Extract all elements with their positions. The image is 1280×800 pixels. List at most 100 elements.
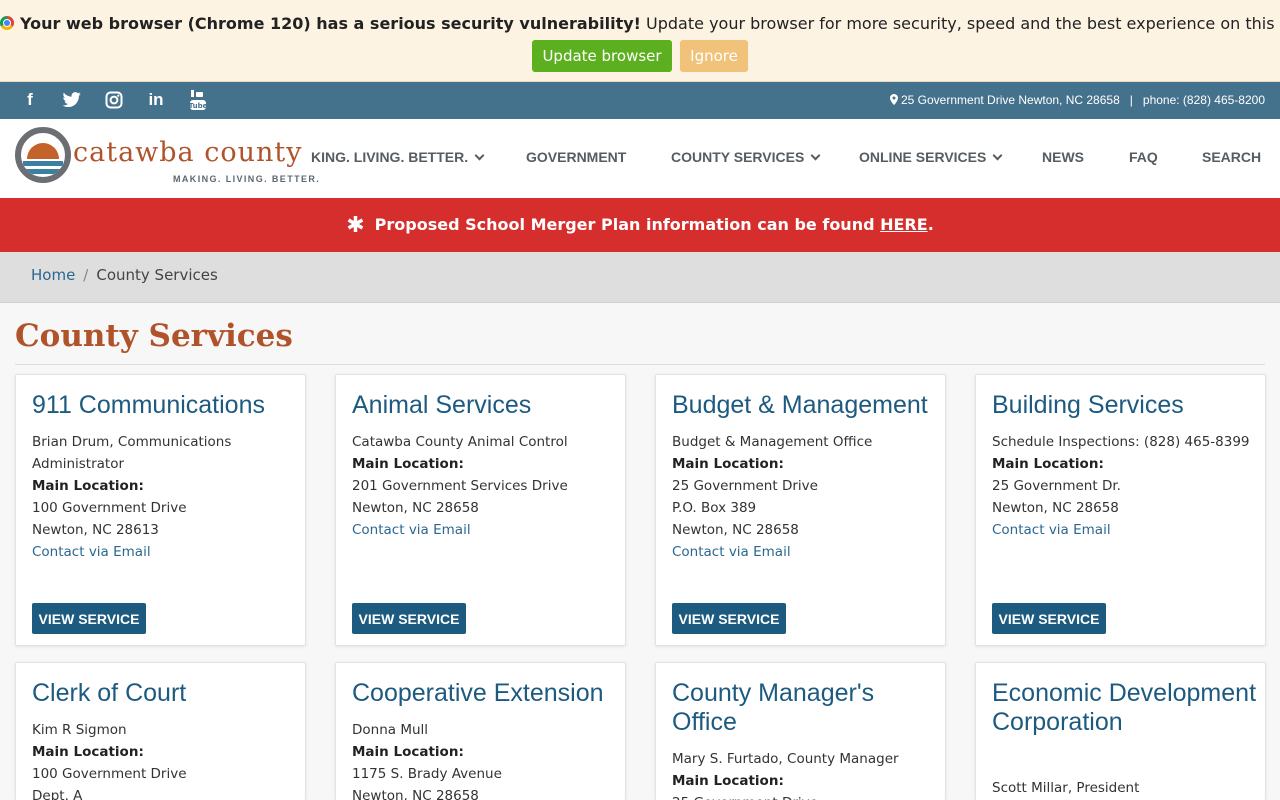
card-body: Donna Mull Main Location: 1175 S. Brady … xyxy=(352,719,617,800)
chevron-down-icon xyxy=(992,150,1003,161)
card-line: Catawba County Animal Control xyxy=(352,434,568,450)
main-nav: KING. LIVING. BETTER. GOVERNMENT COUNTY … xyxy=(0,149,1280,169)
warning-message: Update your browser for more security, s… xyxy=(646,14,1280,33)
breadcrumb-current: County Services xyxy=(96,266,218,284)
card-address-line: 25 Government Dr. xyxy=(992,478,1121,494)
card-title[interactable]: Building Services xyxy=(992,391,1257,420)
service-card-911-communications: 911 Communications Brian Drum, Communica… xyxy=(15,374,306,646)
card-line: Kim R Sigmon xyxy=(32,722,127,738)
main-location-label: Main Location: xyxy=(672,456,784,472)
card-body: Mary S. Furtado, County Manager Main Loc… xyxy=(672,748,937,800)
service-card-clerk-of-court: Clerk of Court Kim R Sigmon Main Locatio… xyxy=(15,662,306,800)
facebook-icon[interactable]: f xyxy=(12,88,48,112)
card-body: Catawba County Animal Control Main Locat… xyxy=(352,431,617,541)
view-service-button[interactable]: VIEW SERVICE xyxy=(352,603,466,634)
card-address-line: 25 Government Drive xyxy=(672,792,937,800)
view-service-button[interactable]: VIEW SERVICE xyxy=(672,603,786,634)
breadcrumb: Home / County Services xyxy=(31,266,218,284)
nav-online-services[interactable]: ONLINE SERVICES xyxy=(859,149,1003,165)
card-body: Budget & Management Office Main Location… xyxy=(672,431,937,563)
card-line: Budget & Management Office xyxy=(672,434,873,450)
card-title[interactable]: Animal Services xyxy=(352,391,617,420)
service-card-building-services: Building Services Schedule Inspections: … xyxy=(975,374,1266,646)
card-address-line: Newton, NC 28658 xyxy=(352,500,479,516)
card-line: Schedule Inspections: (828) 465-8399 xyxy=(992,434,1250,450)
nav-county-services[interactable]: COUNTY SERVICES xyxy=(671,149,821,165)
chevron-down-icon xyxy=(810,150,821,161)
card-address-line: 201 Government Services Drive xyxy=(352,478,568,494)
card-address-line: Newton, NC 28613 xyxy=(32,522,159,538)
contact-email-link[interactable]: Contact via Email xyxy=(32,541,297,563)
main-location-label: Main Location: xyxy=(992,456,1104,472)
card-title[interactable]: Budget & Management xyxy=(672,391,937,420)
chrome-icon xyxy=(0,16,14,30)
twitter-icon[interactable] xyxy=(54,88,90,112)
card-body: Schedule Inspections: (828) 465-8399 Mai… xyxy=(992,431,1257,541)
alert-end: . xyxy=(927,215,934,234)
title-divider xyxy=(15,364,1265,365)
top-contact-bar: f in Tube 25 Government Drive Newton, NC… xyxy=(0,82,1280,119)
card-address-line: 25 Government Drive xyxy=(672,478,818,494)
update-browser-button[interactable]: Update browser xyxy=(532,40,672,72)
linkedin-icon[interactable]: in xyxy=(138,88,174,112)
view-service-button[interactable]: VIEW SERVICE xyxy=(992,603,1106,634)
svg-text:Tube: Tube xyxy=(189,102,207,110)
ignore-button[interactable]: Ignore xyxy=(680,40,748,72)
main-location-label: Main Location: xyxy=(352,744,464,760)
contact-email-link[interactable]: Contact via Email xyxy=(992,519,1257,541)
main-location-label: Main Location: xyxy=(32,478,144,494)
service-card-animal-services: Animal Services Catawba County Animal Co… xyxy=(335,374,626,646)
site-header: catawba county MAKING. LIVING. BETTER. K… xyxy=(0,119,1280,198)
card-title[interactable]: Economic Development Corporation xyxy=(992,679,1257,737)
card-title[interactable]: Cooperative Extension xyxy=(352,679,617,708)
card-address-line: Newton, NC 28658 xyxy=(352,788,479,800)
instagram-icon[interactable] xyxy=(96,88,132,112)
main-location-label: Main Location: xyxy=(352,456,464,472)
school-merger-alert: ✱ Proposed School Merger Plan information… xyxy=(0,198,1280,252)
card-address-line: Newton, NC 28658 xyxy=(672,522,799,538)
card-address-line: P.O. Box 389 xyxy=(672,500,757,516)
chevron-down-icon xyxy=(474,150,485,161)
nav-making-living-better[interactable]: KING. LIVING. BETTER. xyxy=(311,149,485,165)
phone-text[interactable]: phone: (828) 465-8200 xyxy=(1143,93,1265,107)
card-title[interactable]: 911 Communications xyxy=(32,391,297,420)
nav-government[interactable]: GOVERNMENT xyxy=(526,149,626,165)
contact-email-link[interactable]: Contact via Email xyxy=(352,519,617,541)
nav-faq[interactable]: FAQ xyxy=(1129,149,1158,165)
card-address-line: 100 Government Drive xyxy=(32,766,187,782)
browser-update-notice: Your web browser (Chrome 120) has a seri… xyxy=(0,0,1280,82)
contact-separator: | xyxy=(1129,93,1133,107)
card-title[interactable]: County Manager's Office xyxy=(672,679,937,737)
card-address-line: 1175 S. Brady Avenue xyxy=(352,766,502,782)
address-text: 25 Government Drive Newton, NC 28658 xyxy=(900,93,1120,107)
card-line: Brian Drum, Communications xyxy=(32,434,232,450)
view-service-button[interactable]: VIEW SERVICE xyxy=(32,603,146,634)
card-line: Administrator xyxy=(32,456,125,472)
social-links: f in Tube xyxy=(12,88,216,112)
main-location-label: Main Location: xyxy=(32,744,144,760)
card-body: Brian Drum, Communications Administrator… xyxy=(32,431,297,563)
card-body: Scott Millar, President xyxy=(992,777,1257,799)
card-address-line: Newton, NC 28658 xyxy=(992,500,1119,516)
card-line: Donna Mull xyxy=(352,722,429,738)
breadcrumb-separator: / xyxy=(83,266,89,284)
warning-strong: Your web browser (Chrome 120) has a seri… xyxy=(20,14,641,33)
card-address-line: Dept. A xyxy=(32,788,83,800)
alert-link[interactable]: HERE xyxy=(880,215,928,234)
youtube-icon[interactable]: Tube xyxy=(180,88,216,112)
contact-email-link[interactable]: Contact via Email xyxy=(672,541,937,563)
card-title[interactable]: Clerk of Court xyxy=(32,679,297,708)
service-card-economic-development: Economic Development Corporation Scott M… xyxy=(975,662,1266,800)
card-address-line: 100 Government Drive xyxy=(32,500,187,516)
contact-info: 25 Government Drive Newton, NC 28658 | pho… xyxy=(889,93,1265,107)
nav-search[interactable]: SEARCH xyxy=(1202,149,1261,165)
breadcrumb-home[interactable]: Home xyxy=(31,266,75,284)
card-line: Scott Millar, President xyxy=(992,780,1140,796)
logo-tagline: MAKING. LIVING. BETTER. xyxy=(173,174,321,184)
alert-text: Proposed School Merger Plan information … xyxy=(374,215,881,234)
service-card-budget-management: Budget & Management Budget & Management … xyxy=(655,374,946,646)
card-body: Kim R Sigmon Main Location: 100 Governme… xyxy=(32,719,297,800)
service-card-county-managers-office: County Manager's Office Mary S. Furtado,… xyxy=(655,662,946,800)
service-card-cooperative-extension: Cooperative Extension Donna Mull Main Lo… xyxy=(335,662,626,800)
nav-news[interactable]: NEWS xyxy=(1042,149,1084,165)
